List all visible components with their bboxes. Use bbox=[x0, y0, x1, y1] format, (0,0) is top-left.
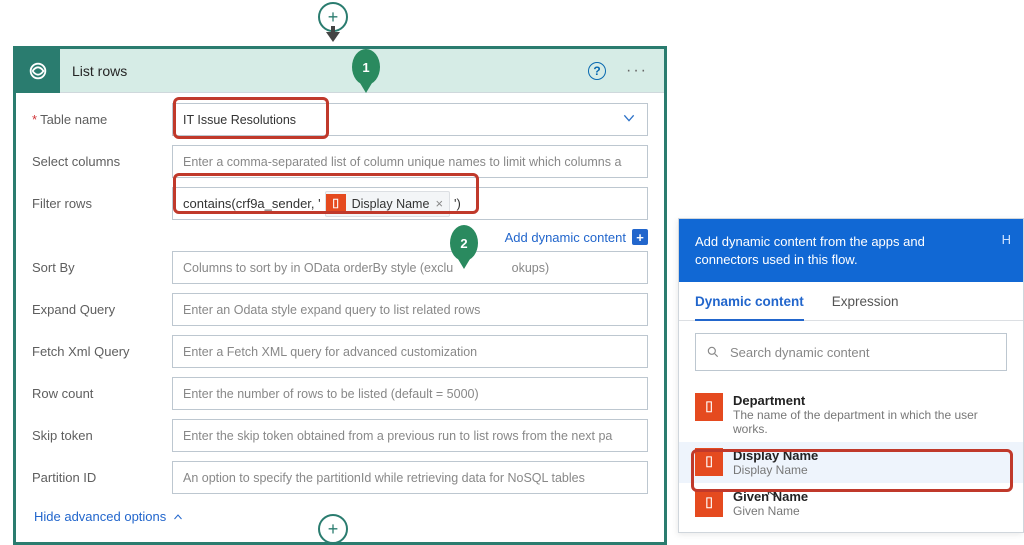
partition-id-label: Partition ID bbox=[32, 470, 172, 485]
sort-by-input[interactable]: Columns to sort by in OData orderBy styl… bbox=[172, 251, 648, 284]
dynamic-content-list: ⌷ Department The name of the department … bbox=[679, 383, 1023, 532]
tab-expression[interactable]: Expression bbox=[832, 282, 899, 320]
filter-rows-label: Filter rows bbox=[32, 196, 172, 211]
fetch-xml-label: Fetch Xml Query bbox=[32, 344, 172, 359]
annotation-badge-1: 1 bbox=[352, 49, 380, 85]
filter-rows-input[interactable]: contains(crf9a_sender, ' ⌷ Display Name … bbox=[172, 187, 648, 220]
dataverse-icon bbox=[16, 49, 60, 93]
skip-token-label: Skip token bbox=[32, 428, 172, 443]
remove-token-button[interactable]: × bbox=[435, 196, 443, 211]
search-icon bbox=[706, 345, 720, 359]
partition-id-input[interactable]: An option to specify the partitionId whi… bbox=[172, 461, 648, 494]
table-name-value: IT Issue Resolutions bbox=[183, 113, 296, 127]
dc-item-given-name[interactable]: ⌷ Given Name Given Name bbox=[679, 483, 1023, 524]
add-dynamic-content-link[interactable]: Add dynamic content + bbox=[32, 229, 648, 245]
table-name-label: Table name bbox=[32, 112, 172, 127]
add-step-bottom-button[interactable]: + bbox=[318, 514, 348, 544]
list-rows-card: List rows ? ··· Table name IT Issue Reso… bbox=[13, 46, 667, 545]
expand-query-label: Expand Query bbox=[32, 302, 172, 317]
dc-item-department[interactable]: ⌷ Department The name of the department … bbox=[679, 387, 1023, 442]
dc-item-display-name[interactable]: ⌷ Display Name Display Name bbox=[679, 442, 1023, 483]
select-columns-input[interactable]: Enter a comma-separated list of column u… bbox=[172, 145, 648, 178]
skip-token-input[interactable]: Enter the skip token obtained from a pre… bbox=[172, 419, 648, 452]
panel-tabs: Dynamic content Expression bbox=[679, 282, 1023, 321]
sort-by-label: Sort By bbox=[32, 260, 172, 275]
filter-suffix: ') bbox=[454, 196, 461, 211]
search-dynamic-content-input[interactable]: Search dynamic content bbox=[695, 333, 1007, 371]
filter-prefix: contains(crf9a_sender, ' bbox=[183, 196, 321, 211]
more-menu-button[interactable]: ··· bbox=[626, 62, 648, 80]
table-name-select[interactable]: IT Issue Resolutions bbox=[172, 103, 648, 136]
office-icon: ⌷ bbox=[695, 448, 723, 476]
fetch-xml-input[interactable]: Enter a Fetch XML query for advanced cus… bbox=[172, 335, 648, 368]
row-count-input[interactable]: Enter the number of rows to be listed (d… bbox=[172, 377, 648, 410]
select-columns-label: Select columns bbox=[32, 154, 172, 169]
row-count-label: Row count bbox=[32, 386, 172, 401]
panel-hide-link[interactable]: H bbox=[1002, 231, 1011, 249]
token-label: Display Name bbox=[352, 197, 430, 211]
plus-icon: + bbox=[632, 229, 648, 245]
expand-query-input[interactable]: Enter an Odata style expand query to lis… bbox=[172, 293, 648, 326]
arrow-down-icon bbox=[326, 32, 340, 42]
chevron-up-icon bbox=[172, 511, 184, 523]
chevron-down-icon bbox=[621, 110, 637, 129]
office-icon: ⌷ bbox=[695, 393, 723, 421]
card-title: List rows bbox=[60, 63, 588, 79]
office-icon: ⌷ bbox=[695, 489, 723, 517]
panel-intro: Add dynamic content from the apps and co… bbox=[679, 219, 1023, 282]
card-header[interactable]: List rows ? ··· bbox=[16, 49, 664, 93]
annotation-badge-2: 2 bbox=[450, 225, 478, 261]
select-columns-placeholder: Enter a comma-separated list of column u… bbox=[183, 155, 621, 169]
dynamic-token-display-name[interactable]: ⌷ Display Name × bbox=[325, 191, 450, 217]
office-icon: ⌷ bbox=[326, 194, 346, 214]
help-icon[interactable]: ? bbox=[588, 62, 606, 80]
dynamic-content-panel: Add dynamic content from the apps and co… bbox=[678, 218, 1024, 533]
tab-dynamic-content[interactable]: Dynamic content bbox=[695, 282, 804, 321]
